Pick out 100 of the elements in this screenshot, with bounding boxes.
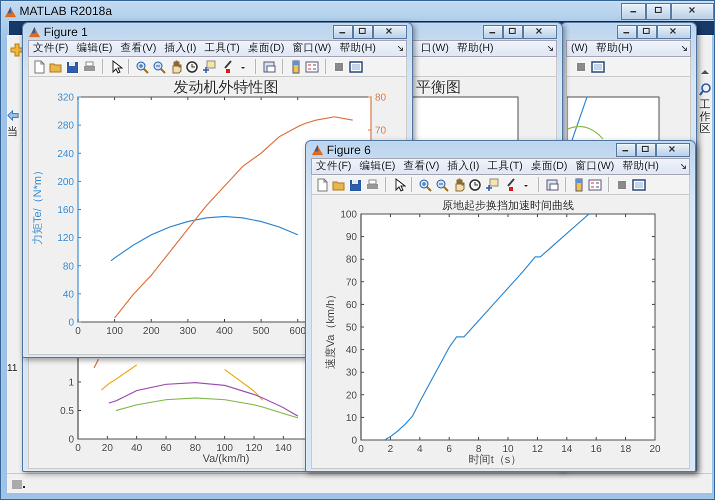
minimize-button[interactable]: [621, 2, 646, 20]
close-button[interactable]: [523, 24, 557, 38]
save-icon[interactable]: [65, 60, 80, 74]
menu-item[interactable]: 编辑(E): [355, 158, 400, 174]
window-icon[interactable]: [348, 60, 362, 74]
printer-icon[interactable]: [82, 60, 96, 74]
menu-item[interactable]: 插入(I): [443, 158, 484, 174]
maximize-button[interactable]: [503, 24, 523, 38]
minimize-button[interactable]: [617, 24, 637, 38]
tick-label: 14: [561, 444, 572, 455]
tick-label: 80: [62, 261, 74, 272]
tick-label: 200: [57, 176, 74, 188]
tick-label: 160: [57, 205, 74, 216]
tick-label: 240: [57, 148, 74, 160]
tick-label: 600: [289, 326, 306, 337]
zoom-in-icon[interactable]: [418, 178, 432, 192]
menu-item[interactable]: 工具(T): [200, 40, 244, 56]
tick-label: 16: [590, 444, 602, 455]
maximize-button[interactable]: [636, 142, 656, 156]
new-file-icon[interactable]: [32, 60, 46, 74]
tick-label: 100: [340, 210, 357, 220]
tick-label: 90: [346, 232, 357, 244]
window-icon[interactable]: [632, 178, 646, 192]
menu-item[interactable]: 编辑(E): [72, 40, 116, 56]
tick-label: 6: [446, 444, 452, 455]
menu-item[interactable]: 帮助(H): [592, 40, 636, 56]
dock-icon[interactable]: [396, 44, 406, 54]
menu-item[interactable]: 查看(V): [116, 40, 160, 56]
tick-label: 100: [216, 443, 233, 454]
maximize-button[interactable]: [646, 2, 671, 20]
menu-item[interactable]: 桌面(D): [244, 40, 288, 56]
close-icon: [385, 26, 395, 36]
matlab-logo-icon: [28, 25, 41, 38]
menu-item[interactable]: 查看(V): [399, 158, 444, 174]
tick-label: 0: [75, 443, 81, 454]
menu-item[interactable]: 窗口(W): [288, 40, 336, 56]
tick-label: 80: [346, 254, 357, 266]
tick-label: 80: [190, 443, 201, 454]
matlab-logo-icon: [311, 143, 324, 156]
document-icon[interactable]: [545, 178, 559, 192]
plus-icon[interactable]: [10, 43, 24, 57]
tick-label: 40: [131, 443, 142, 454]
search-icon[interactable]: [698, 82, 712, 96]
tick-label: 120: [246, 443, 262, 454]
tick-label: 400: [216, 326, 233, 337]
data-cursor-icon[interactable]: [202, 60, 216, 74]
tick-label: 18: [620, 444, 632, 455]
save-icon[interactable]: [348, 178, 362, 192]
menu-item[interactable]: 帮助(H): [618, 158, 663, 174]
minimize-button[interactable]: [333, 24, 353, 38]
printer-icon[interactable]: [365, 178, 379, 192]
menu-item[interactable]: 文件(F): [312, 158, 356, 174]
menu-item[interactable]: 文件(F): [29, 40, 72, 56]
tick-label: 2: [388, 444, 394, 455]
maximize-button[interactable]: [637, 24, 657, 38]
new-file-icon[interactable]: [314, 178, 329, 192]
menu-item[interactable]: (W): [567, 40, 592, 56]
max-icon: [654, 6, 664, 16]
tick-label: 1: [68, 378, 74, 388]
left-arrow-icon[interactable]: [7, 109, 20, 122]
menu-item[interactable]: 工具(T): [483, 158, 527, 174]
max-icon: [642, 26, 652, 36]
menu-item[interactable]: 帮助(H): [452, 40, 498, 56]
tick-label: 30: [346, 368, 357, 379]
dock-icon[interactable]: [680, 44, 690, 54]
menu-item[interactable]: 帮助(H): [335, 40, 380, 56]
dock-icon[interactable]: [546, 44, 556, 54]
window-icon[interactable]: [590, 60, 604, 74]
tick-label: 20: [102, 443, 113, 454]
axis-label: 力矩Te/（N*m）: [32, 164, 44, 246]
tick-label: 4: [417, 444, 423, 455]
legend-icon[interactable]: [588, 178, 602, 192]
close-button[interactable]: [373, 24, 407, 38]
zoom-in-icon[interactable]: [135, 60, 149, 74]
max-icon: [641, 144, 651, 154]
zoom-out-icon[interactable]: [434, 178, 449, 192]
menu-item[interactable]: 窗口(W): [571, 158, 618, 174]
menu-item[interactable]: 桌面(D): [526, 158, 572, 174]
axis-label: 速度Va（km/h）: [325, 288, 337, 370]
minimize-button[interactable]: [483, 24, 503, 38]
tick-label: 70: [375, 126, 386, 136]
menu-item[interactable]: 插入(I): [160, 40, 200, 56]
tick-label: 320: [57, 92, 74, 104]
zoom-out-icon[interactable]: [152, 60, 166, 74]
window-title: MATLAB R2018a: [20, 3, 112, 20]
close-button[interactable]: [657, 24, 691, 38]
document-icon[interactable]: [262, 60, 276, 74]
tick-label: 500: [252, 326, 270, 337]
side-panel-tab[interactable]: 工作区: [700, 98, 710, 135]
axis-label: Va/(km/h): [202, 453, 250, 465]
data-cursor-icon[interactable]: [485, 178, 499, 192]
legend-icon[interactable]: [305, 60, 320, 74]
tick-label: 120: [57, 233, 74, 244]
tick-label: 40: [62, 289, 74, 300]
matlab-logo-icon: [4, 4, 17, 18]
close-button[interactable]: [656, 142, 690, 156]
minimize-button[interactable]: [616, 142, 636, 156]
maximize-button[interactable]: [353, 24, 373, 38]
dock-icon[interactable]: [679, 162, 689, 172]
menu-item[interactable]: 口(W): [417, 40, 453, 56]
